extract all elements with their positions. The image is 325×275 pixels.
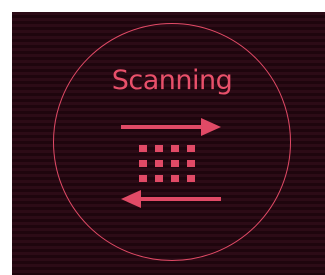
scanner-screen: Scanning: [12, 12, 325, 275]
scanning-status-label: Scanning: [111, 65, 233, 96]
arrow-left-icon: [121, 190, 221, 208]
scan-grid-icon: [139, 145, 195, 182]
scan-direction-icon: [121, 118, 221, 208]
arrow-right-icon: [121, 118, 221, 136]
